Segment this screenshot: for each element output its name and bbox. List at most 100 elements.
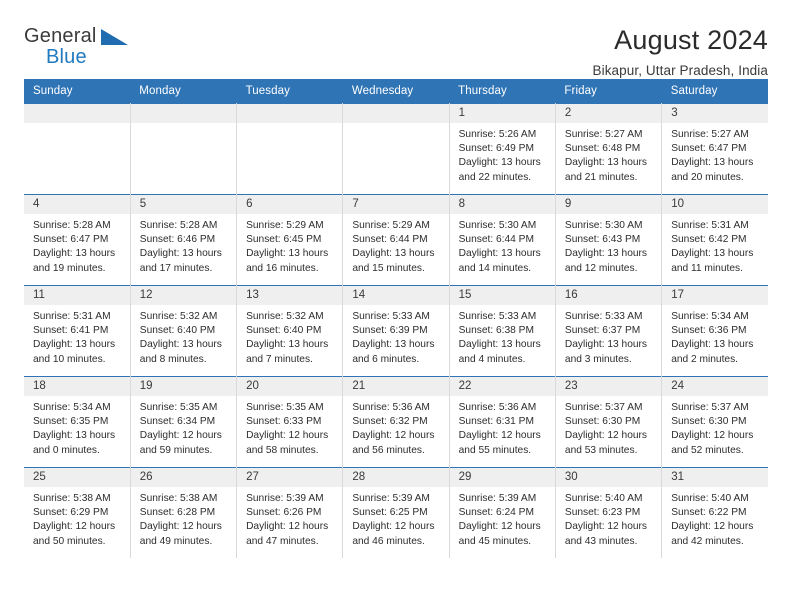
day-number: [343, 104, 449, 123]
sunset-text: Sunset: 6:31 PM: [458, 416, 534, 428]
sunrise-text: Sunrise: 5:35 AM: [246, 402, 324, 413]
calendar-day-cell[interactable]: 20 Sunrise: 5:35 AM Sunset: 6:33 PM Dayligh…: [236, 376, 344, 468]
calendar-day-cell[interactable]: 27 Sunrise: 5:39 AM Sunset: 6:26 PM Dayligh…: [236, 467, 344, 558]
calendar-day-cell[interactable]: 18 Sunrise: 5:34 AM Sunset: 6:35 PM Dayligh…: [24, 376, 131, 468]
calendar-day-cell[interactable]: 25 Sunrise: 5:38 AM Sunset: 6:29 PM Dayligh…: [24, 467, 131, 558]
calendar-day-cell[interactable]: 22 Sunrise: 5:36 AM Sunset: 6:31 PM Dayligh…: [449, 376, 556, 468]
calendar-day-cell[interactable]: 6 Sunrise: 5:29 AM Sunset: 6:45 PM Daylight…: [236, 194, 344, 286]
calendar-day-cell-empty: [342, 103, 450, 195]
calendar-day-cell-empty: [24, 103, 131, 195]
sunrise-text: Sunrise: 5:37 AM: [564, 402, 643, 413]
sunrise-text: Sunrise: 5:31 AM: [671, 220, 749, 231]
day-details: Sunrise: 5:36 AM Sunset: 6:32 PM Daylight:…: [343, 396, 448, 458]
calendar-day-cell[interactable]: 29 Sunrise: 5:39 AM Sunset: 6:24 PM Dayligh…: [449, 467, 556, 558]
calendar-day-cell[interactable]: 15 Sunrise: 5:33 AM Sunset: 6:38 PM Dayligh…: [449, 285, 556, 377]
calendar-week-row: 18 Sunrise: 5:34 AM Sunset: 6:35 PM Dayligh…: [24, 376, 768, 468]
sunset-text: Sunset: 6:26 PM: [246, 507, 322, 519]
day-number: 5: [130, 195, 237, 214]
calendar-day-cell[interactable]: 31 Sunrise: 5:40 AM Sunset: 6:22 PM Dayligh…: [661, 467, 768, 558]
daylight-text: Daylight: 12 hours and 55 minutes.: [458, 430, 541, 456]
day-details: Sunrise: 5:27 AM Sunset: 6:47 PM Daylight:…: [662, 123, 768, 185]
daylight-text: Daylight: 13 hours and 2 minutes.: [671, 339, 754, 365]
calendar-day-cell[interactable]: 13 Sunrise: 5:32 AM Sunset: 6:40 PM Dayligh…: [236, 285, 344, 377]
daylight-text: Daylight: 13 hours and 14 minutes.: [458, 248, 541, 274]
calendar-day-cell[interactable]: 3 Sunrise: 5:27 AM Sunset: 6:47 PM Daylight…: [661, 103, 768, 195]
title-block: August 2024 Bikapur, Uttar Pradesh, Indi…: [593, 26, 769, 79]
daylight-text: Daylight: 13 hours and 3 minutes.: [564, 339, 648, 365]
day-details: Sunrise: 5:40 AM Sunset: 6:22 PM Daylight:…: [662, 487, 768, 549]
day-number: 6: [237, 195, 343, 214]
day-details: Sunrise: 5:38 AM Sunset: 6:28 PM Daylight:…: [131, 487, 236, 549]
sunrise-text: Sunrise: 5:39 AM: [352, 493, 430, 504]
sunrise-text: Sunrise: 5:36 AM: [458, 402, 537, 413]
sunrise-text: Sunrise: 5:40 AM: [564, 493, 643, 504]
day-details: Sunrise: 5:28 AM Sunset: 6:46 PM Daylight:…: [131, 214, 236, 276]
triangle-icon: [101, 29, 128, 45]
day-details: Sunrise: 5:39 AM Sunset: 6:26 PM Daylight:…: [237, 487, 342, 549]
weekday-header-row: Sunday Monday Tuesday Wednesday Thursday…: [24, 79, 768, 104]
daylight-text: Daylight: 12 hours and 47 minutes.: [246, 521, 329, 547]
day-details: Sunrise: 5:31 AM Sunset: 6:41 PM Daylight:…: [24, 305, 130, 367]
sunrise-text: Sunrise: 5:33 AM: [458, 311, 537, 322]
day-details: Sunrise: 5:32 AM Sunset: 6:40 PM Daylight:…: [237, 305, 342, 367]
calendar-day-cell[interactable]: 28 Sunrise: 5:39 AM Sunset: 6:25 PM Dayligh…: [342, 467, 450, 558]
sunrise-text: Sunrise: 5:39 AM: [246, 493, 324, 504]
calendar-day-cell[interactable]: 1 Sunrise: 5:26 AM Sunset: 6:49 PM Daylight…: [449, 103, 556, 195]
day-details: Sunrise: 5:27 AM Sunset: 6:48 PM Daylight:…: [556, 123, 661, 185]
sunset-text: Sunset: 6:47 PM: [671, 143, 747, 155]
sunset-text: Sunset: 6:44 PM: [458, 234, 534, 246]
calendar-day-cell[interactable]: 19 Sunrise: 5:35 AM Sunset: 6:34 PM Dayligh…: [130, 376, 238, 468]
sunset-text: Sunset: 6:47 PM: [33, 234, 109, 246]
calendar-day-cell[interactable]: 24 Sunrise: 5:37 AM Sunset: 6:30 PM Dayligh…: [661, 376, 768, 468]
calendar-day-cell[interactable]: 7 Sunrise: 5:29 AM Sunset: 6:44 PM Daylight…: [342, 194, 450, 286]
weekday-header-friday: Friday: [555, 79, 662, 104]
calendar-day-cell[interactable]: 2 Sunrise: 5:27 AM Sunset: 6:48 PM Daylight…: [555, 103, 663, 195]
calendar-day-cell[interactable]: 30 Sunrise: 5:40 AM Sunset: 6:23 PM Dayligh…: [555, 467, 663, 558]
calendar-day-cell[interactable]: 9 Sunrise: 5:30 AM Sunset: 6:43 PM Daylight…: [555, 194, 663, 286]
day-number: 27: [237, 468, 343, 487]
logo-text-blue: Blue: [46, 46, 87, 68]
sunrise-text: Sunrise: 5:36 AM: [352, 402, 430, 413]
calendar-week-row: 1 Sunrise: 5:26 AM Sunset: 6:49 PM Daylight…: [24, 103, 768, 195]
sunset-text: Sunset: 6:46 PM: [139, 234, 216, 246]
sunset-text: Sunset: 6:41 PM: [33, 325, 109, 337]
day-details: Sunrise: 5:34 AM Sunset: 6:35 PM Daylight:…: [24, 396, 130, 458]
day-number: 26: [130, 468, 237, 487]
day-number: 18: [24, 377, 130, 396]
calendar-day-cell[interactable]: 8 Sunrise: 5:30 AM Sunset: 6:44 PM Daylight…: [449, 194, 556, 286]
calendar-day-cell[interactable]: 23 Sunrise: 5:37 AM Sunset: 6:30 PM Dayligh…: [555, 376, 663, 468]
day-details: Sunrise: 5:35 AM Sunset: 6:33 PM Daylight:…: [237, 396, 342, 458]
day-details: Sunrise: 5:37 AM Sunset: 6:30 PM Daylight:…: [662, 396, 768, 458]
daylight-text: Daylight: 12 hours and 56 minutes.: [352, 430, 435, 456]
daylight-text: Daylight: 12 hours and 50 minutes.: [33, 521, 116, 547]
calendar-day-cell[interactable]: 14 Sunrise: 5:33 AM Sunset: 6:39 PM Dayligh…: [342, 285, 450, 377]
daylight-text: Daylight: 13 hours and 21 minutes.: [564, 157, 648, 183]
general-blue-logo[interactable]: General Blue: [24, 26, 134, 67]
daylight-text: Daylight: 13 hours and 17 minutes.: [139, 248, 222, 274]
calendar-day-cell-empty: [130, 103, 238, 195]
calendar-day-cell[interactable]: 17 Sunrise: 5:34 AM Sunset: 6:36 PM Dayligh…: [661, 285, 768, 377]
sunset-text: Sunset: 6:29 PM: [33, 507, 109, 519]
day-number: 8: [449, 195, 555, 214]
sunset-text: Sunset: 6:49 PM: [458, 143, 534, 155]
calendar-day-cell[interactable]: 11 Sunrise: 5:31 AM Sunset: 6:41 PM Dayligh…: [24, 285, 131, 377]
calendar-day-cell[interactable]: 5 Sunrise: 5:28 AM Sunset: 6:46 PM Daylight…: [130, 194, 238, 286]
daylight-text: Daylight: 13 hours and 4 minutes.: [458, 339, 541, 365]
day-number: 24: [662, 377, 768, 396]
calendar-day-cell[interactable]: 12 Sunrise: 5:32 AM Sunset: 6:40 PM Dayligh…: [130, 285, 238, 377]
page-header: General Blue August 2024 Bikapur, Uttar …: [24, 0, 768, 79]
sunrise-text: Sunrise: 5:27 AM: [671, 129, 749, 140]
calendar-day-cell[interactable]: 21 Sunrise: 5:36 AM Sunset: 6:32 PM Dayligh…: [342, 376, 450, 468]
calendar-day-cell[interactable]: 4 Sunrise: 5:28 AM Sunset: 6:47 PM Daylight…: [24, 194, 131, 286]
day-details: Sunrise: 5:33 AM Sunset: 6:38 PM Daylight:…: [450, 305, 555, 367]
day-details: Sunrise: 5:31 AM Sunset: 6:42 PM Daylight:…: [662, 214, 768, 276]
calendar-day-cell[interactable]: 16 Sunrise: 5:33 AM Sunset: 6:37 PM Dayligh…: [555, 285, 663, 377]
weekday-header-wednesday: Wednesday: [342, 79, 450, 104]
daylight-text: Daylight: 13 hours and 20 minutes.: [671, 157, 754, 183]
calendar-grid: Sunday Monday Tuesday Wednesday Thursday…: [24, 79, 768, 558]
weekday-header-sunday: Sunday: [24, 79, 131, 104]
day-number: 3: [662, 104, 768, 123]
calendar-day-cell[interactable]: 10 Sunrise: 5:31 AM Sunset: 6:42 PM Dayligh…: [661, 194, 768, 286]
sunrise-text: Sunrise: 5:34 AM: [33, 402, 111, 413]
calendar-day-cell[interactable]: 26 Sunrise: 5:38 AM Sunset: 6:28 PM Dayligh…: [130, 467, 238, 558]
